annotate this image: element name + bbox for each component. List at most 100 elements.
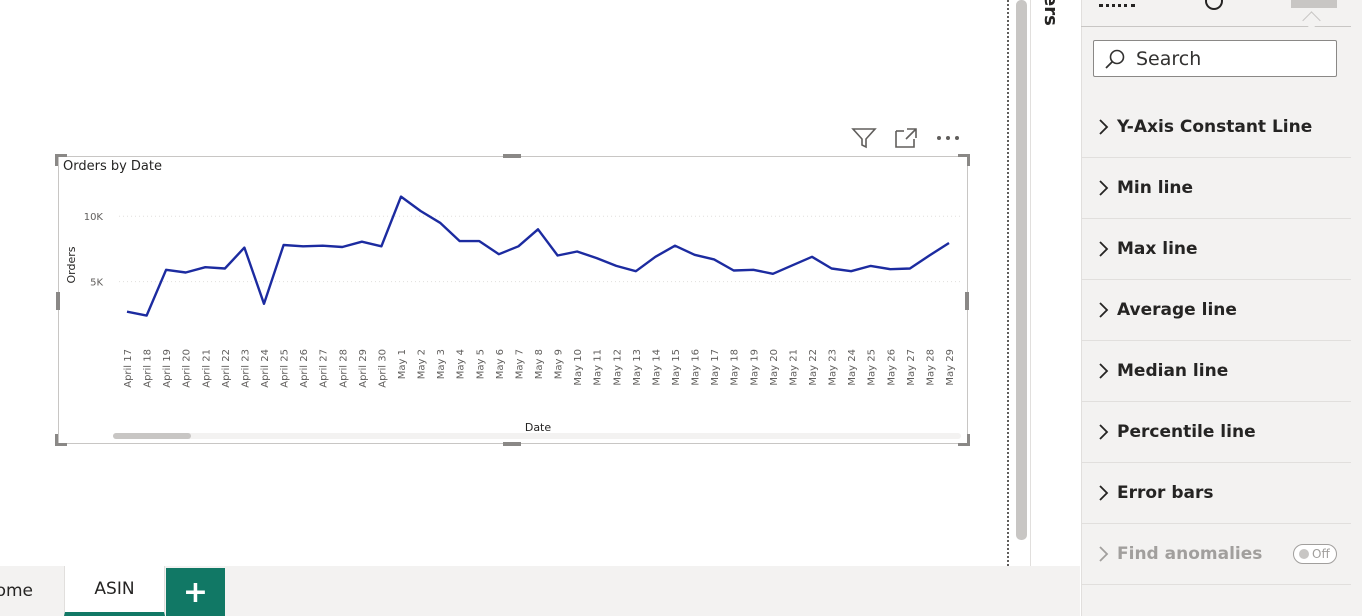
x-tick-label: April 28 <box>338 349 349 388</box>
format-tab-icon[interactable] <box>1205 0 1223 10</box>
x-tick-label: May 1 <box>397 349 408 379</box>
focus-mode-button[interactable] <box>892 124 920 152</box>
x-tick-label: May 11 <box>593 349 604 386</box>
x-tick-label: May 18 <box>730 349 741 386</box>
chevron-right-icon <box>1099 302 1109 318</box>
plus-icon: + <box>182 574 209 610</box>
pane-divider <box>1007 0 1009 566</box>
x-tick-label: April 24 <box>260 349 271 388</box>
resize-handle-br-v[interactable] <box>967 434 970 446</box>
x-tick-label: May 8 <box>534 349 545 379</box>
section-average-line[interactable]: Average line <box>1081 280 1351 341</box>
section-find-anomalies[interactable]: Find anomalies Off <box>1081 524 1351 585</box>
search-icon <box>1105 49 1125 69</box>
x-tick-label: May 24 <box>847 349 858 386</box>
x-tick-label: May 25 <box>867 349 878 386</box>
section-label: Average line <box>1117 300 1237 320</box>
x-tick-label: May 5 <box>475 349 486 379</box>
section-error-bars[interactable]: Error bars <box>1081 463 1351 524</box>
chevron-right-icon <box>1099 119 1109 135</box>
y-axis-title: Orders <box>65 246 78 283</box>
resize-handle-tl-v[interactable] <box>55 154 58 166</box>
section-label: Find anomalies <box>1117 544 1263 564</box>
x-tick-label: May 16 <box>691 349 702 386</box>
resize-handle-bl-v[interactable] <box>55 434 58 446</box>
line-chart: 5K10KOrdersDateApril 17 April 18 April 19 A… <box>65 195 961 434</box>
active-tab-caret <box>1302 11 1321 30</box>
x-tick-label: April 18 <box>143 349 154 388</box>
collapsed-pane-label[interactable]: ers <box>1040 0 1061 26</box>
x-tick-label: April 30 <box>377 349 388 388</box>
section-label: Percentile line <box>1117 422 1256 442</box>
analytics-tab-icon[interactable] <box>1291 0 1337 8</box>
page-tab-home[interactable]: ome <box>0 566 63 616</box>
x-tick-label: May 20 <box>769 349 780 386</box>
filter-button[interactable] <box>850 124 878 152</box>
chart-scrollbar-thumb[interactable] <box>113 433 191 439</box>
build-visual-tab-icon[interactable] <box>1099 0 1135 7</box>
canvas-scrollbar[interactable] <box>1016 0 1027 540</box>
series-line <box>126 195 950 317</box>
x-tick-label: April 25 <box>280 349 291 388</box>
collapsed-filters-pane[interactable] <box>1030 0 1081 616</box>
filter-icon <box>851 128 877 149</box>
y-tick-label: 5K <box>90 278 103 289</box>
x-tick-label: May 2 <box>417 349 428 379</box>
x-tick-label: May 17 <box>710 349 721 386</box>
x-tick-label: May 22 <box>808 349 819 386</box>
x-tick-label: April 19 <box>162 349 173 388</box>
resize-handle-right[interactable] <box>965 292 969 310</box>
x-tick-label: April 17 <box>123 349 134 388</box>
x-tick-label: May 27 <box>906 349 917 386</box>
tab-label: ASIN <box>94 579 135 599</box>
more-options-button[interactable] <box>934 124 962 152</box>
resize-handle-bottom[interactable] <box>503 442 521 446</box>
x-tick-label: May 4 <box>456 349 467 379</box>
section-max-line[interactable]: Max line <box>1081 219 1351 280</box>
visual-header <box>850 124 962 152</box>
chevron-right-icon <box>1099 424 1109 440</box>
chevron-right-icon <box>1099 485 1109 501</box>
x-tick-label: May 15 <box>671 349 682 386</box>
chevron-right-icon <box>1099 363 1109 379</box>
x-tick-label: May 6 <box>495 349 506 379</box>
page-tab-asin[interactable]: ASIN <box>64 566 165 616</box>
section-label: Max line <box>1117 239 1198 259</box>
x-tick-label: April 29 <box>358 349 369 388</box>
section-median-line[interactable]: Median line <box>1081 341 1351 402</box>
x-tick-label: April 21 <box>201 349 212 388</box>
format-search-box[interactable] <box>1093 40 1337 77</box>
x-tick-label: April 27 <box>319 349 330 388</box>
x-tick-label: May 23 <box>828 349 839 386</box>
section-label: Y-Axis Constant Line <box>1117 117 1313 137</box>
x-tick-label: May 3 <box>436 349 447 379</box>
section-label: Min line <box>1117 178 1194 198</box>
section-min-line[interactable]: Min line <box>1081 158 1351 219</box>
resize-handle-tr-v[interactable] <box>967 154 970 166</box>
find-anomalies-toggle[interactable]: Off <box>1293 544 1337 564</box>
resize-handle-top[interactable] <box>503 154 521 158</box>
x-tick-label: May 26 <box>886 349 897 386</box>
section-percentile-line[interactable]: Percentile line <box>1081 402 1351 463</box>
section-label: Median line <box>1117 361 1229 381</box>
y-tick-label: 10K <box>84 212 104 223</box>
section-y-axis-constant-line[interactable]: Y-Axis Constant Line <box>1081 97 1351 158</box>
x-tick-label: May 10 <box>573 349 584 386</box>
resize-handle-left[interactable] <box>56 292 60 310</box>
x-tick-label: April 22 <box>221 349 232 388</box>
x-tick-label: May 21 <box>788 349 799 386</box>
search-input[interactable] <box>1134 46 1328 71</box>
format-pane-tabs <box>1081 0 1351 30</box>
x-tick-label: May 13 <box>632 349 643 386</box>
x-tick-label: April 26 <box>299 349 310 388</box>
more-options-icon <box>937 136 959 140</box>
add-page-button[interactable]: + <box>166 568 225 616</box>
line-chart-visual[interactable]: Orders by Date 5K 10K Orders Date April 17 Ap… <box>58 156 968 444</box>
x-tick-label: April 23 <box>240 349 251 388</box>
chart-scrollbar-track[interactable] <box>113 433 961 439</box>
x-tick-label: May 7 <box>514 349 525 379</box>
x-tick-label: April 20 <box>182 349 193 388</box>
section-label: Error bars <box>1117 483 1214 503</box>
chevron-right-icon <box>1099 546 1109 562</box>
toggle-knob <box>1299 549 1309 559</box>
